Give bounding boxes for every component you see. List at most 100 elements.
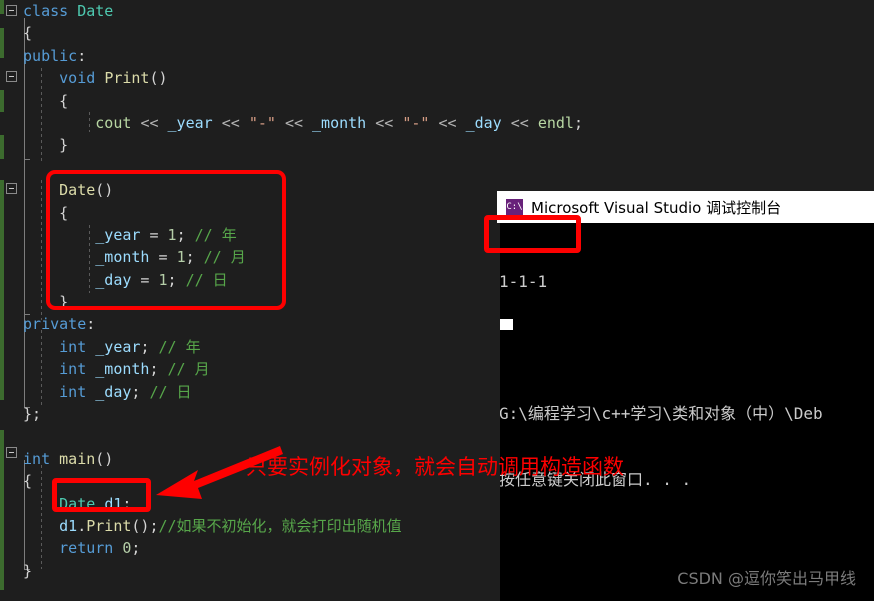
code-token: return: [59, 539, 114, 558]
code-token: _year: [95, 337, 141, 356]
code-token: (): [95, 449, 114, 468]
code-token: // 年: [158, 337, 201, 356]
code-token: ;: [573, 113, 583, 132]
code-token: ;: [185, 248, 204, 267]
code-token: ;: [149, 360, 168, 379]
code-line: void Print(): [14, 67, 583, 89]
code-token: {: [23, 24, 33, 43]
code-token: <<: [221, 113, 240, 132]
code-token: public: [23, 46, 78, 65]
code-token: // 月: [203, 248, 246, 267]
code-line: cout << _year << "-" << _month << "-" <<…: [14, 112, 583, 134]
code-token: d1: [59, 516, 78, 535]
code-token: {: [23, 472, 33, 491]
code-token: _month: [95, 360, 150, 379]
console-output-line: 1-1-1: [499, 272, 548, 291]
debug-console-window[interactable]: C:\ Microsoft Visual Studio 调试控制台 1-1-1 …: [497, 191, 874, 601]
code-token: =: [140, 225, 168, 244]
code-token: }: [59, 293, 69, 312]
code-token: cout: [95, 113, 132, 132]
code-token: int: [59, 337, 87, 356]
console-left-edge: [497, 223, 500, 601]
code-token: class: [23, 2, 69, 20]
code-token: :: [77, 46, 87, 65]
code-token: ;: [140, 337, 159, 356]
code-token: Print: [104, 69, 150, 88]
code-token: ;: [167, 270, 186, 289]
code-line: }: [14, 134, 583, 156]
code-token: // 月: [167, 360, 210, 379]
code-token: };: [23, 405, 42, 424]
code-token: }: [23, 561, 33, 580]
code-token: {: [59, 203, 69, 222]
annotation-note: 只要实例化对象，就会自动调用构造函数: [246, 455, 624, 479]
code-token: Date: [77, 2, 114, 20]
csdn-watermark: CSDN @逗你笑出马甲线: [677, 569, 856, 588]
console-cursor: [500, 319, 513, 330]
code-token: endl: [537, 113, 574, 132]
code-token: {: [59, 91, 69, 110]
code-token: }: [59, 136, 69, 155]
code-token: _day: [95, 382, 132, 401]
code-token: 1: [167, 225, 177, 244]
code-token: 1: [158, 270, 168, 289]
code-token: _month: [95, 248, 150, 267]
code-token: void: [59, 69, 96, 88]
code-token: "-": [402, 113, 430, 132]
code-token: ;: [131, 382, 150, 401]
code-token: :: [86, 315, 96, 334]
code-token: =: [131, 270, 159, 289]
code-line: {: [14, 90, 583, 112]
code-token: // 日: [185, 270, 228, 289]
code-token: main: [59, 449, 96, 468]
code-token: _year: [167, 113, 213, 132]
code-token: =: [149, 248, 177, 267]
code-token: // 日: [149, 382, 192, 401]
code-token: (): [95, 181, 114, 200]
console-output: 1-1-1 G:\编程学习\c++学习\类和对象（中）\Deb 按任意键关闭此窗…: [497, 223, 874, 535]
code-token: .: [77, 516, 87, 535]
code-token: ();: [131, 516, 159, 535]
code-line: public:: [14, 45, 583, 67]
code-token: 1: [176, 248, 186, 267]
code-token: Print: [86, 516, 132, 535]
console-icon: C:\: [506, 198, 523, 216]
code-token: int: [59, 360, 87, 379]
code-token: //如果不初始化，就会打印出随机值: [158, 516, 402, 535]
code-token: _month: [312, 113, 367, 132]
code-token: ;: [122, 494, 132, 513]
code-token: <<: [140, 113, 159, 132]
code-token: Date: [59, 181, 96, 200]
code-token: (): [149, 69, 168, 88]
console-path-line: G:\编程学习\c++学习\类和对象（中）\Deb: [499, 404, 823, 423]
code-line: class Date: [14, 0, 583, 22]
code-token: _day: [465, 113, 502, 132]
code-token: <<: [284, 113, 303, 132]
code-token: ;: [176, 225, 195, 244]
code-token: <<: [438, 113, 457, 132]
console-title-text: Microsoft Visual Studio 调试控制台: [531, 198, 782, 217]
console-title-bar[interactable]: C:\ Microsoft Visual Studio 调试控制台: [497, 191, 874, 223]
code-line: {: [14, 22, 583, 44]
code-token: _day: [95, 270, 132, 289]
code-token: _year: [95, 225, 141, 244]
code-token: "-": [248, 113, 276, 132]
code-token: <<: [375, 113, 394, 132]
